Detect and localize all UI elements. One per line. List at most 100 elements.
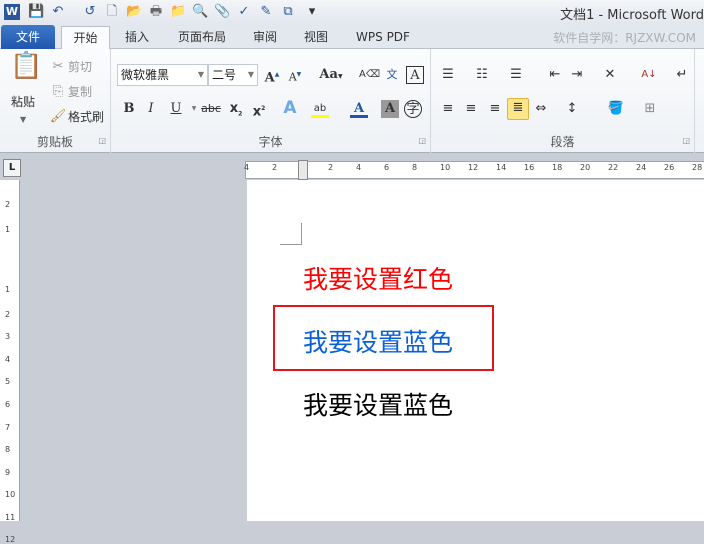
- print-preview-icon[interactable]: 🔍: [192, 4, 208, 20]
- align-center-icon[interactable]: ≡: [462, 100, 480, 118]
- font-name-combo[interactable]: 微软雅黑 ▼: [117, 64, 208, 86]
- open-icon[interactable]: 📂: [126, 4, 142, 20]
- customize-dropdown-icon[interactable]: ▾: [304, 4, 320, 20]
- tab-selector-button[interactable]: L: [3, 159, 21, 177]
- font-color-icon[interactable]: A: [350, 100, 368, 118]
- new-document-icon[interactable]: 🗋: [104, 4, 120, 20]
- ruler-label: 3: [5, 332, 11, 341]
- indent-marker[interactable]: [298, 160, 308, 180]
- italic-icon[interactable]: I: [142, 100, 160, 118]
- numbering-icon[interactable]: ☷: [473, 66, 491, 84]
- ribbon-tabs: 文件 开始 插入 页面布局 审阅 视图 WPS PDF 软件自学网：RJZXW.…: [0, 24, 704, 50]
- format-painter-button[interactable]: 格式刷: [68, 108, 104, 126]
- distributed-icon[interactable]: ⇔: [532, 100, 550, 118]
- line-spacing-icon[interactable]: ↕: [563, 100, 581, 118]
- paste-dropdown-icon[interactable]: ▼: [20, 111, 26, 129]
- tab-insert[interactable]: 插入: [117, 26, 157, 49]
- chevron-down-icon[interactable]: ▼: [198, 65, 204, 85]
- tab-view[interactable]: 视图: [298, 26, 334, 49]
- strikethrough-icon[interactable]: abc: [200, 100, 222, 118]
- word-logo-icon[interactable]: W: [4, 4, 20, 20]
- chevron-down-icon[interactable]: ▼: [248, 65, 254, 85]
- format-painter-icon: 🖌: [49, 109, 67, 124]
- ruler-label: 22: [608, 163, 619, 172]
- shrink-font-icon[interactable]: A▼: [286, 66, 304, 84]
- underline-icon[interactable]: U: [167, 100, 185, 118]
- cut-icon: ✂: [52, 59, 64, 74]
- character-shading-icon[interactable]: A: [381, 100, 399, 118]
- ruler-label: 12: [5, 535, 16, 544]
- ruler-label: 12: [468, 163, 479, 172]
- show-marks-icon[interactable]: ↵: [673, 66, 691, 84]
- redo-icon[interactable]: ↺: [82, 4, 98, 20]
- highlight-icon[interactable]: ab: [311, 100, 329, 118]
- superscript-icon[interactable]: x2: [250, 100, 268, 119]
- folder-icon[interactable]: 📁: [170, 4, 186, 20]
- cut-button[interactable]: 剪切: [68, 58, 92, 76]
- ruler-label: 9: [5, 468, 11, 477]
- ruler-label: 20: [580, 163, 591, 172]
- spell-check-icon[interactable]: ✓: [236, 4, 252, 20]
- tab-file[interactable]: 文件: [1, 25, 55, 49]
- edit-table-icon[interactable]: ✎: [258, 4, 274, 20]
- font-name-value: 微软雅黑: [121, 68, 170, 82]
- tab-page-layout[interactable]: 页面布局: [170, 26, 234, 49]
- align-right-icon[interactable]: ≡: [486, 100, 504, 118]
- bullets-icon[interactable]: ☰: [439, 66, 457, 84]
- clear-formatting-icon[interactable]: A⌫: [359, 66, 380, 84]
- phonetic-guide-icon[interactable]: 文: [383, 66, 401, 84]
- borders-icon[interactable]: ⊞: [641, 100, 659, 118]
- diagram-icon[interactable]: ⧉: [280, 4, 296, 20]
- multilevel-list-icon[interactable]: ☰: [507, 66, 525, 84]
- dialog-launcher-icon[interactable]: ◲: [418, 132, 426, 150]
- chinese-layout-icon[interactable]: ✕: [601, 66, 619, 84]
- change-case-icon[interactable]: Aa▼: [318, 66, 344, 84]
- paste-button[interactable]: 粘贴: [11, 93, 35, 111]
- increase-indent-icon[interactable]: ⇥: [568, 66, 586, 84]
- highlight-box: [273, 305, 494, 371]
- dialog-launcher-icon[interactable]: ◲: [682, 132, 690, 150]
- dialog-launcher-icon[interactable]: ◲: [98, 132, 106, 150]
- text-line-black[interactable]: 我要设置蓝色: [303, 386, 453, 422]
- subscript-icon[interactable]: x2: [227, 100, 245, 118]
- tab-wps-pdf[interactable]: WPS PDF: [350, 26, 416, 49]
- ruler-label: 4: [356, 163, 362, 172]
- tab-home[interactable]: 开始: [61, 26, 110, 50]
- title-bar: W 💾 ↶ ↺ 🗋 📂 🖶 📁 🔍 📎 ✓ ✎ ⧉ ▾ 文档1 - Micros…: [0, 0, 704, 24]
- paste-icon[interactable]: 📋: [10, 53, 42, 89]
- paragraph-group-label: 段落: [550, 135, 575, 149]
- print-icon[interactable]: 🖶: [148, 4, 164, 20]
- ruler-label: 1: [5, 285, 11, 294]
- character-border-icon[interactable]: A: [406, 66, 424, 84]
- justify-icon[interactable]: ≣: [507, 98, 529, 120]
- save-icon[interactable]: 💾: [28, 4, 44, 20]
- ruler-label: 18: [552, 163, 563, 172]
- font-group-label: 字体: [258, 135, 283, 149]
- ruler-label: 8: [412, 163, 418, 172]
- enclose-characters-icon[interactable]: 字: [404, 100, 422, 118]
- tab-review[interactable]: 审阅: [247, 26, 283, 49]
- attach-icon[interactable]: 📎: [214, 4, 230, 20]
- ribbon: 📋 粘贴 ▼ ✂ 剪切 ⎘ 复制 🖌 格式刷 剪贴板 ◲ 微软雅黑 ▼ 二号 ▼ A…: [0, 49, 704, 153]
- copy-button[interactable]: 复制: [68, 83, 92, 101]
- ruler-label: 16: [524, 163, 535, 172]
- sort-icon[interactable]: A↓: [640, 66, 658, 84]
- align-left-icon[interactable]: ≡: [439, 100, 457, 118]
- decrease-indent-icon[interactable]: ⇤: [546, 66, 564, 84]
- bold-icon[interactable]: B: [120, 100, 138, 118]
- shading-icon[interactable]: 🪣: [607, 100, 625, 118]
- ruler-label: 4: [244, 163, 250, 172]
- font-group: 微软雅黑 ▼ 二号 ▼ A▲ A▼ Aa▼ A⌫ 文 A B I U ▼ abc x…: [111, 49, 431, 153]
- ruler-label: 2: [5, 310, 11, 319]
- watermark-text: 软件自学网：RJZXW.COM: [553, 31, 696, 45]
- clipboard-group-label: 剪贴板: [36, 135, 73, 149]
- vertical-ruler[interactable]: 2 1 1 2 3 4 5 6 7 8 9 10 11 12: [0, 180, 20, 544]
- ruler-label: 2: [328, 163, 334, 172]
- horizontal-ruler[interactable]: 4 2 2 4 6 8 10 12 14 16 18 20 22 24 26 28: [244, 161, 704, 179]
- text-line-red[interactable]: 我要设置红色: [303, 260, 453, 296]
- undo-icon[interactable]: ↶: [50, 4, 66, 20]
- font-size-combo[interactable]: 二号 ▼: [208, 64, 258, 86]
- text-effects-icon[interactable]: A: [281, 99, 299, 117]
- grow-font-icon[interactable]: A▲: [263, 66, 281, 85]
- margin-corner-mark: [280, 223, 302, 245]
